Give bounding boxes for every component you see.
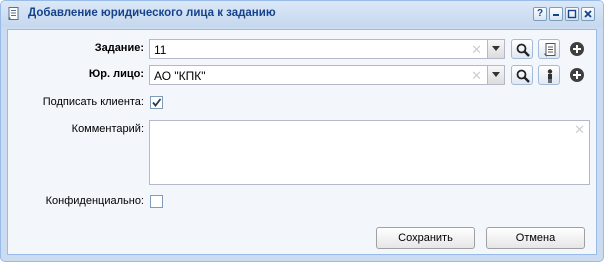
legal-entity-search-button[interactable]: [511, 65, 533, 85]
chevron-down-icon[interactable]: [487, 66, 504, 84]
save-button[interactable]: Сохранить: [376, 227, 475, 249]
confidential-checkbox[interactable]: [150, 195, 163, 208]
close-icon[interactable]: [581, 7, 595, 21]
legal-entity-open-button[interactable]: [538, 65, 560, 85]
legal-entity-value: АО "КПК": [154, 69, 206, 83]
person-icon: [547, 69, 553, 83]
task-combo[interactable]: 11 ✕: [149, 39, 505, 59]
sign-client-label: Подписать клиента:: [42, 96, 144, 108]
form-body: Задание: 11 ✕ Юр. лицо: АО "КПК" ✕ Подпи…: [7, 29, 597, 255]
document-icon: [544, 43, 556, 57]
plus-circle-icon: [570, 68, 584, 82]
legal-entity-combo[interactable]: АО "КПК" ✕: [149, 65, 505, 85]
help-icon[interactable]: ?: [533, 7, 547, 21]
comment-textarea[interactable]: ✕: [149, 120, 590, 185]
task-search-button[interactable]: [511, 39, 533, 59]
legal-entity-add-button[interactable]: [569, 67, 585, 86]
minimize-icon[interactable]: [549, 7, 563, 21]
task-label: Задание:: [94, 42, 144, 54]
checkmark-icon: [152, 98, 162, 107]
window-title: Добавление юридического лица к заданию: [28, 7, 276, 19]
search-icon: [516, 69, 530, 83]
title-bar[interactable]: Добавление юридического лица к заданию ?: [1, 1, 603, 27]
maximize-icon[interactable]: [565, 7, 579, 21]
legal-entity-label: Юр. лицо:: [88, 68, 144, 80]
task-open-button[interactable]: [538, 39, 560, 59]
confidential-label: Конфиденциально:: [45, 195, 144, 207]
search-icon: [516, 43, 530, 57]
clear-icon[interactable]: ✕: [471, 68, 482, 84]
dialog-window: Добавление юридического лица к заданию ?…: [0, 0, 604, 262]
chevron-down-icon[interactable]: [487, 40, 504, 58]
task-value: 11: [154, 43, 167, 57]
cancel-button[interactable]: Отмена: [486, 227, 585, 249]
clear-icon[interactable]: ✕: [574, 122, 585, 138]
task-add-button[interactable]: [569, 41, 585, 60]
clear-icon[interactable]: ✕: [471, 42, 482, 58]
document-icon: [7, 7, 20, 21]
sign-client-checkbox[interactable]: [150, 96, 163, 109]
comment-label: Комментарий:: [71, 123, 144, 135]
plus-circle-icon: [570, 42, 584, 56]
